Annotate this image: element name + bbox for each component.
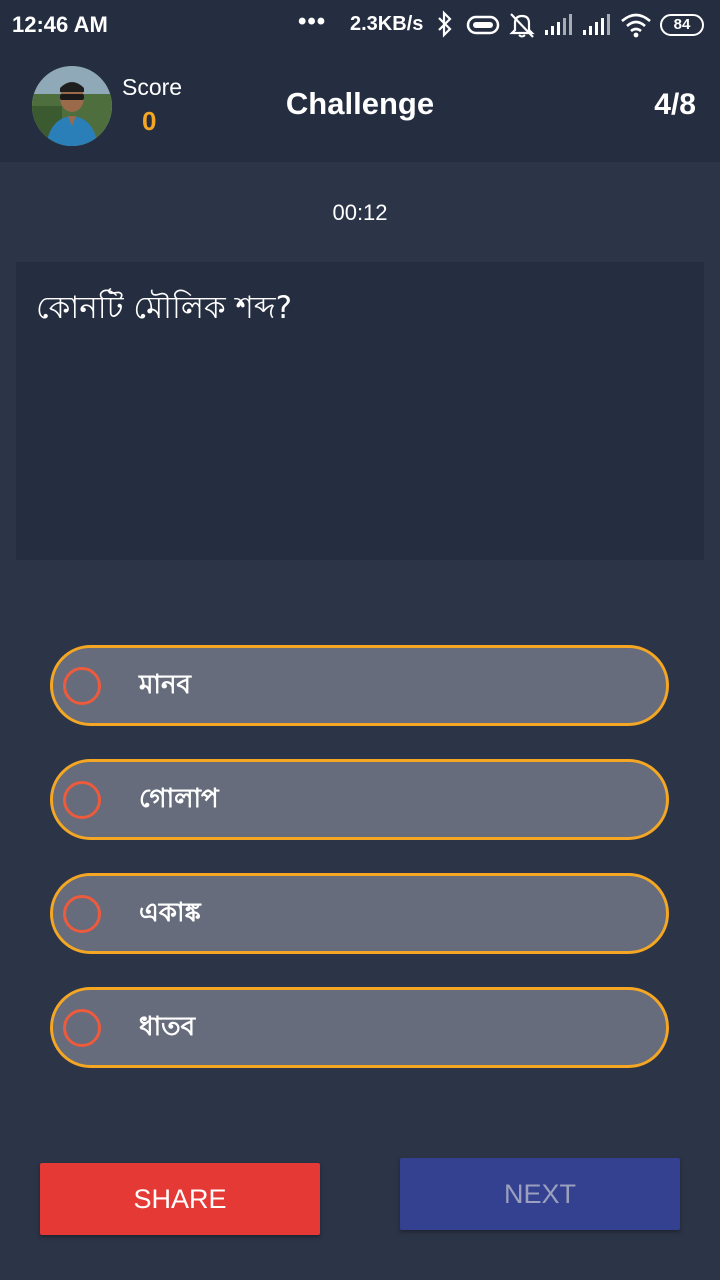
next-button[interactable]: NEXT	[400, 1158, 680, 1230]
radio-button-icon[interactable]	[63, 895, 101, 933]
answer-option-label: ধাতব	[139, 1012, 196, 1042]
share-button[interactable]: SHARE	[40, 1163, 320, 1235]
alarm-off-icon	[508, 10, 536, 44]
battery-icon: 84	[660, 14, 704, 36]
bluetooth-icon	[434, 10, 456, 42]
wifi-icon	[620, 12, 652, 42]
eye-comfort-icon	[466, 14, 500, 40]
notification-dots: •••	[298, 8, 327, 35]
answer-option[interactable]: ধাতব	[50, 987, 669, 1068]
radio-button-icon[interactable]	[63, 781, 101, 819]
question-card: কোনটি মৌলিক শব্দ?	[16, 262, 704, 560]
answer-option[interactable]: একাঙ্ক	[50, 873, 669, 954]
radio-button-icon[interactable]	[63, 1009, 101, 1047]
timer: 00:12	[332, 200, 388, 225]
question-text: কোনটি মৌলিক শব্দ?	[36, 290, 293, 326]
question-progress: 4/8	[654, 88, 696, 121]
status-time: 12:46 AM	[12, 12, 108, 37]
answer-option[interactable]: মানব	[50, 645, 669, 726]
network-speed: 2.3KB/s	[350, 13, 424, 35]
app-header: Score 0 Challenge 4/8	[0, 52, 720, 162]
page-title: Challenge	[285, 86, 435, 121]
answer-option[interactable]: গোলাপ	[50, 759, 669, 840]
answer-option-label: গোলাপ	[139, 784, 219, 814]
status-bar: 12:46 AM ••• 2.3KB/s 84	[0, 0, 720, 52]
answer-option-label: একাঙ্ক	[139, 898, 201, 928]
radio-button-icon[interactable]	[63, 667, 101, 705]
signal-icon	[582, 12, 610, 40]
signal-icon	[544, 12, 572, 40]
answer-option-label: মানব	[139, 670, 191, 700]
